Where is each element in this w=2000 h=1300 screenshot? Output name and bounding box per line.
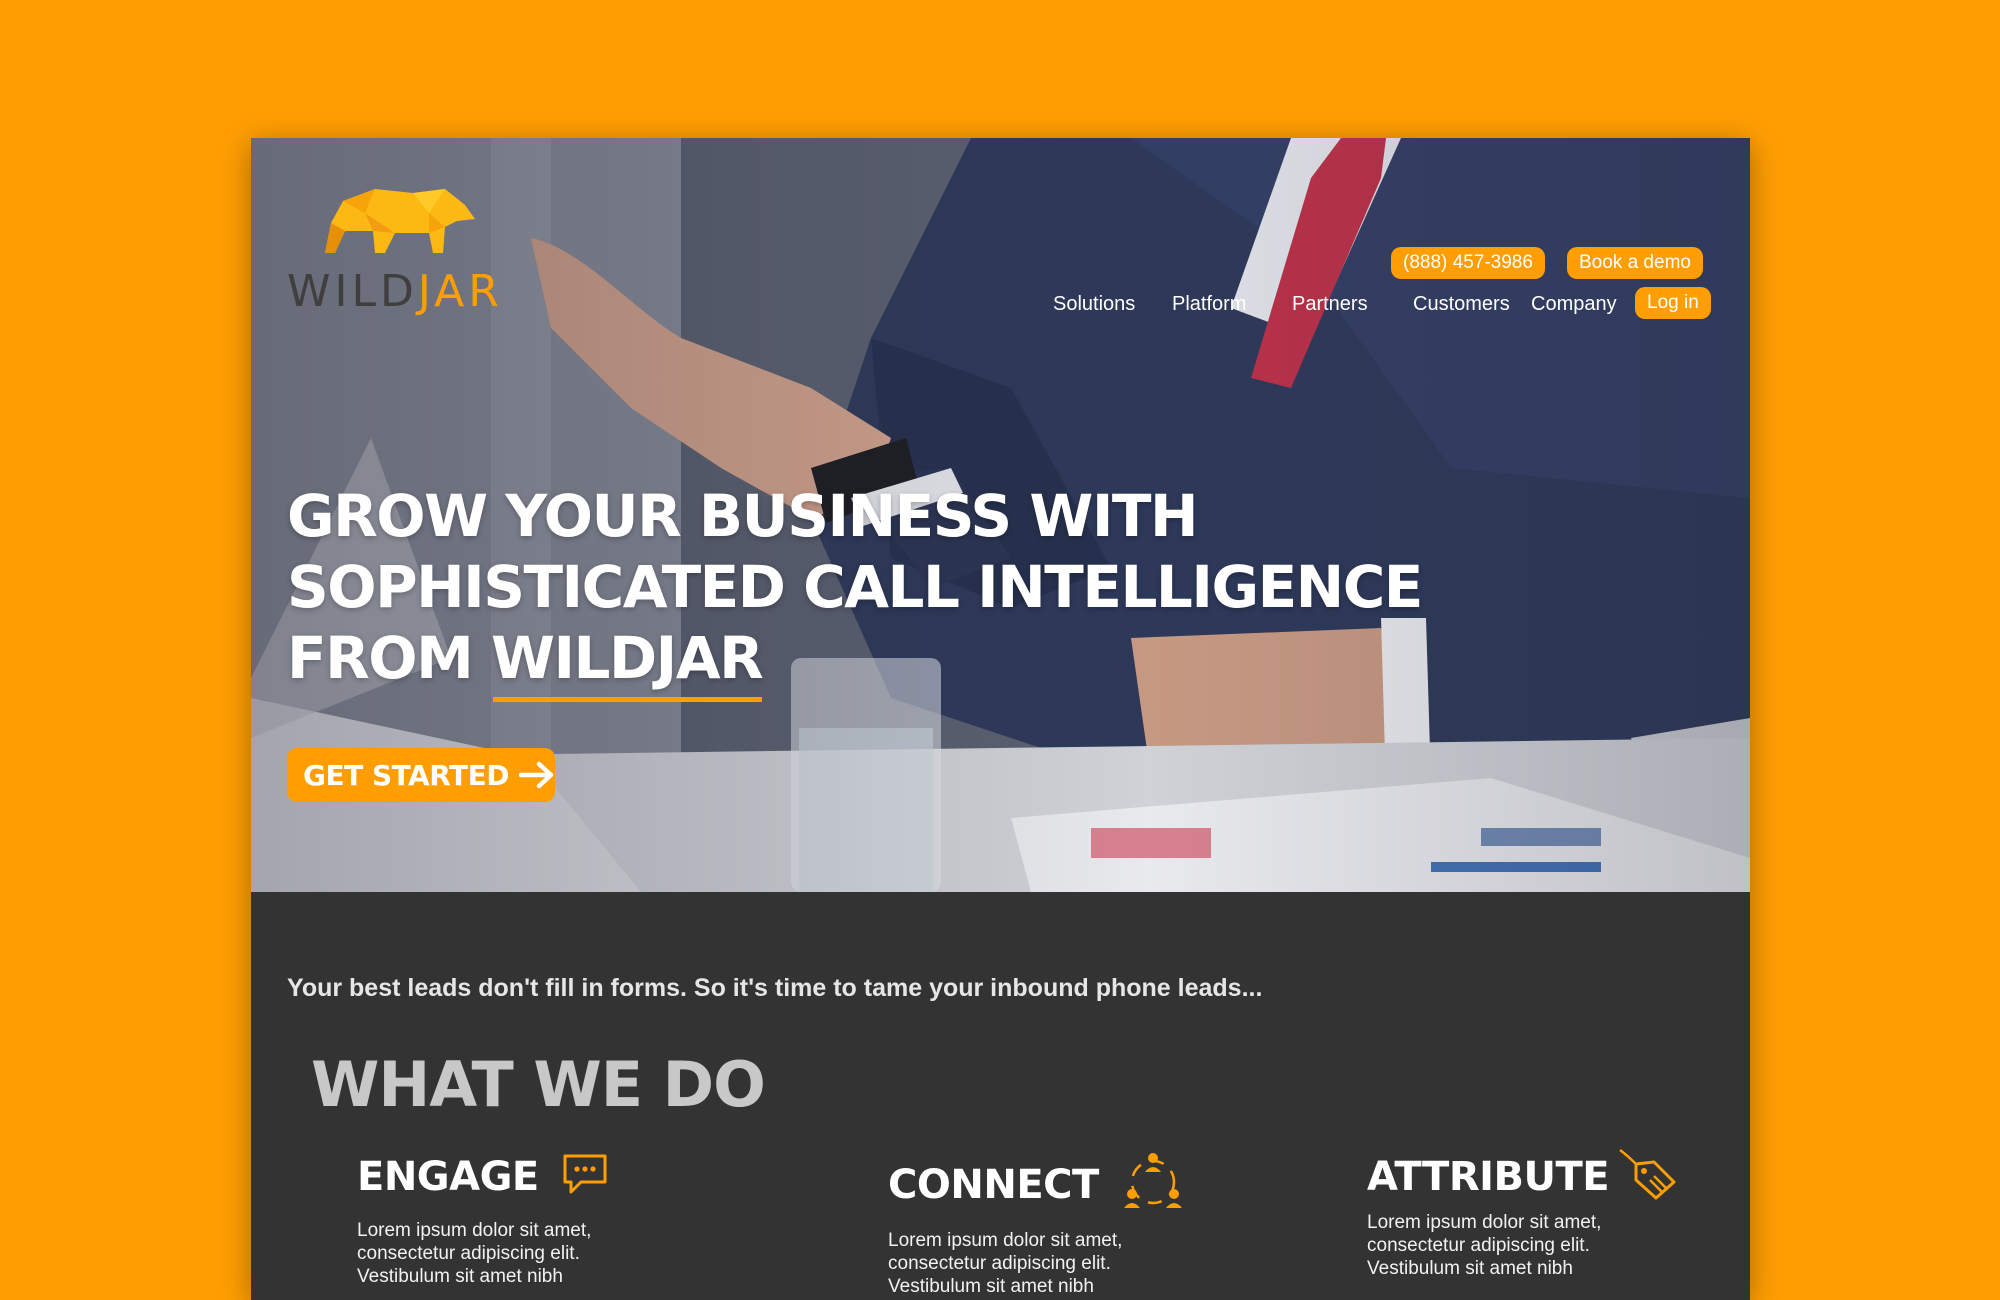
feature-description-line: consectetur adipiscing elit. [888,1253,1111,1274]
feature-description-line: Lorem ipsum dolor sit amet, [357,1220,592,1241]
phone-number-button[interactable]: (888) 457-3986 [1391,247,1545,279]
feature-description: Lorem ipsum dolor sit amet, consectetur … [888,1229,1188,1298]
hero-section: WILDJAR (888) 457-3986 Book a demo Log i… [251,138,1750,892]
nav-item-platform[interactable]: Platform [1172,293,1246,316]
feature-description-line: Lorem ipsum dolor sit amet, [1367,1212,1602,1233]
bear-logo-icon [325,189,475,253]
nav-item-solutions[interactable]: Solutions [1053,293,1135,316]
section-title-what-we-do: WHAT WE DO [311,1048,766,1121]
feature-description-line: consectetur adipiscing elit. [1367,1235,1590,1256]
get-started-button[interactable]: GET STARTED [287,748,555,802]
feature-description-line: consectetur adipiscing elit. [357,1243,580,1264]
feature-title: ENGAGE [357,1153,539,1200]
nav-item-company[interactable]: Company [1531,293,1617,316]
get-started-label: GET STARTED [303,758,510,792]
feature-description-line: Lorem ipsum dolor sit amet, [888,1230,1123,1251]
headline-line-1: GROW YOUR BUSINESS WITH [287,482,1199,550]
network-people-icon [1121,1150,1185,1219]
arrow-right-icon [519,761,554,789]
feature-title: ATTRIBUTE [1367,1153,1610,1200]
feature-attribute: ATTRIBUTE Lorem ipsum dolor sit amet, co… [1367,1148,1676,1280]
logo-wordmark: WILDJAR [287,270,503,314]
nav-item-customers[interactable]: Customers [1413,293,1510,316]
logo-wild-text: WILD [287,266,418,317]
hero-headline: GROW YOUR BUSINESS WITH SOPHISTICATED CA… [287,481,1487,702]
feature-description-line: Vestibulum sit amet nibh [357,1266,563,1287]
price-tag-icon [1618,1148,1676,1205]
headline-brand-highlight: WILDJAR [491,624,764,702]
feature-description-line: Vestibulum sit amet nibh [888,1276,1094,1297]
headline-line-3: FROM WILDJAR [287,623,1487,702]
headline-prefix: FROM [287,624,491,692]
chat-bubble-icon [561,1152,609,1201]
wildjar-logo[interactable]: WILDJAR [287,183,527,323]
intro-tagline: Your best leads don't fill in forms. So … [287,974,1263,1002]
headline-line-2: SOPHISTICATED CALL INTELLIGENCE [287,553,1423,621]
logo-jar-text: JAR [417,266,503,317]
website-mockup-frame: WILDJAR (888) 457-3986 Book a demo Log i… [251,138,1750,1300]
login-button[interactable]: Log in [1635,287,1711,319]
feature-description-line: Vestibulum sit amet nibh [1367,1258,1573,1279]
book-demo-button[interactable]: Book a demo [1567,247,1703,279]
nav-item-partners[interactable]: Partners [1292,293,1368,316]
feature-description: Lorem ipsum dolor sit amet, consectetur … [1367,1211,1667,1280]
feature-description: Lorem ipsum dolor sit amet, consectetur … [357,1219,657,1288]
feature-engage: ENGAGE Lorem ipsum dolor sit amet, conse… [357,1152,657,1288]
feature-connect: CONNECT Lorem ipsum dolor sit amet, cons… [888,1150,1188,1298]
feature-title: CONNECT [888,1161,1099,1208]
